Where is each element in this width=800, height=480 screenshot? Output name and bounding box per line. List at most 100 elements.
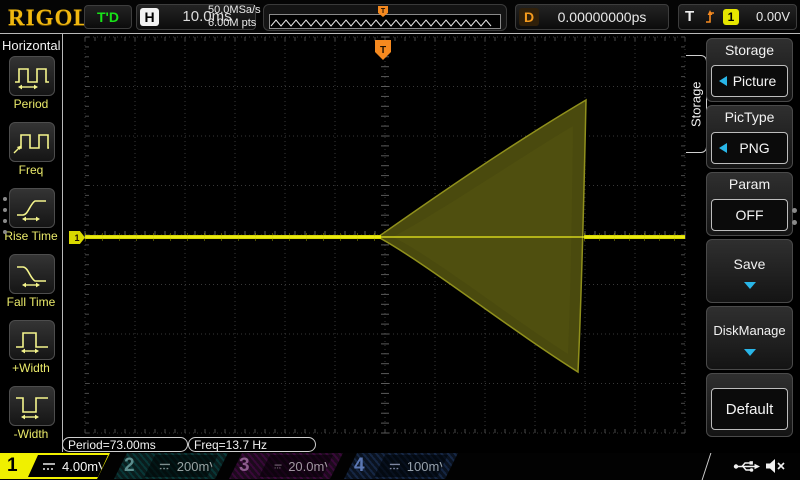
left-menu-title: Horizontal [2,38,61,53]
page-indicator-dot [792,208,797,213]
menu-item-freq[interactable]: Freq [0,122,62,186]
down-arrow-icon [743,282,756,289]
page-indicator-dot [792,220,797,225]
top-status-bar: RIGOL T'D H 10.0ms 50.0MSa/s 6.00M pts T… [0,0,800,34]
delay-label: D [519,8,539,26]
statusbar-divider [701,453,712,480]
speaker-muted-icon [766,459,785,473]
acquisition-info: 50.0MSa/s 6.00M pts [208,4,261,30]
default-label: Default [725,400,774,418]
sample-rate: 50.0MSa/s [208,4,261,16]
plus-width-icon [16,332,48,354]
param-value-button[interactable]: OFF [711,199,788,231]
page-indicator-dot [3,230,7,234]
usb-icon [733,461,760,472]
freq-label: Freq [18,163,44,177]
preview-window [269,14,501,29]
freq-icon [13,134,49,154]
channel3-scale: 20.0mV [288,458,333,474]
period-label: Period [13,97,49,111]
channel2-scale: 200mV [176,458,218,474]
menu-item-rise-time[interactable]: Rise Time [0,188,62,252]
menu-item-fall-time[interactable]: Fall Time [0,254,62,318]
channel3-tab[interactable]: 3 20.0mV [229,453,343,479]
channel1-scale: 4.00mV [62,458,107,474]
pictype-label: PicType [724,109,775,125]
preview-zigzag-icon [270,19,492,27]
period-button[interactable] [9,56,55,96]
coupling-icon [43,462,55,470]
channel1-tab[interactable]: 1 4.00mV [0,453,110,479]
rise-time-label: Rise Time [4,229,58,243]
channel4-scale: 100mV [406,458,448,474]
coupling-icon [389,463,400,469]
coupling-icon [274,464,282,468]
trigger-label: T [685,8,695,25]
channel2-tab[interactable]: 2 200mV [114,453,228,479]
page-indicator-dot [3,219,7,223]
page-indicator-dot [3,208,7,212]
storage-menu-tab[interactable]: Storage [686,55,707,153]
menu-block-diskmanage[interactable]: DiskManage [706,306,793,370]
plus-width-button[interactable] [9,320,55,360]
trigger-level-value: 0.00V [756,9,790,24]
measurement-freq: Freq=13.7 Hz [188,437,316,452]
param-value: OFF [735,207,764,223]
horizontal-label: H [140,8,159,26]
pictype-value-button[interactable]: PNG [711,132,788,164]
menu-item-period[interactable]: Period [0,56,62,120]
trigger-status-badge: T'D [84,5,132,29]
waveform-position-preview: T [263,4,507,31]
minus-width-button[interactable] [9,386,55,426]
trigger-source-badge: 1 [723,9,739,25]
storage-value-button[interactable]: Picture [711,65,788,97]
right-function-menu: Storage Storage Picture PicType PNG Para… [686,34,800,452]
fall-time-label: Fall Time [6,295,56,309]
coupling-icon [159,463,170,469]
delay-value: 0.00000000ps [557,9,647,25]
menu-block-save[interactable]: Save [706,239,793,303]
left-arrow-icon [719,76,727,86]
menu-block-storage[interactable]: Storage Picture [706,38,793,102]
fall-time-button[interactable] [9,254,55,294]
minus-width-label: -Width [13,427,49,441]
pictype-value: PNG [739,140,770,156]
burst-envelope-inner-shade [393,126,573,354]
menu-item-minus-width[interactable]: -Width [0,386,62,450]
page-indicator-dot [3,197,7,201]
memory-depth: 6.00M pts [208,17,257,29]
channel-status-bar: 1 4.00mV 2 200mV 3 20.0mV 4 100mV [0,453,800,480]
channel3-number: 3 [239,455,250,476]
measurement-period: Period=73.00ms [62,437,188,452]
minus-width-icon [16,397,48,420]
delay-readout-box: D 0.00000000ps [515,4,669,30]
diskmanage-label: DiskManage [713,323,786,338]
channel4-tab[interactable]: 4 100mV [344,453,458,479]
plus-width-label: +Width [12,361,50,375]
rise-time-icon [17,200,46,222]
save-label: Save [733,256,766,272]
default-button[interactable]: Default [711,388,788,430]
menu-block-pictype[interactable]: PicType PNG [706,105,793,169]
trigger-slope-rising-icon [706,10,714,23]
param-label: Param [728,176,771,192]
rise-time-button[interactable] [9,188,55,228]
storage-value: Picture [732,73,777,89]
left-measure-menu: Horizontal Period Freq Rise Time Fall Ti… [0,34,63,452]
down-arrow-icon [743,349,756,356]
oscilloscope-screen: RIGOL T'D H 10.0ms 50.0MSa/s 6.00M pts T… [0,0,800,480]
menu-item-plus-width[interactable]: +Width [0,320,62,384]
channel4-number: 4 [354,455,365,476]
trigger-readout-box[interactable]: T 1 0.00V [678,4,797,30]
rigol-logo: RIGOL [8,5,90,30]
channel1-number: 1 [7,455,18,476]
waveform-display [63,34,686,452]
storage-label: Storage [724,42,775,58]
channel2-number: 2 [124,455,135,476]
fall-time-icon [17,266,46,288]
period-icon [15,68,49,90]
freq-button[interactable] [9,122,55,162]
menu-block-param[interactable]: Param OFF [706,172,793,236]
menu-block-default[interactable]: Default [706,373,793,437]
left-arrow-icon [719,143,727,153]
